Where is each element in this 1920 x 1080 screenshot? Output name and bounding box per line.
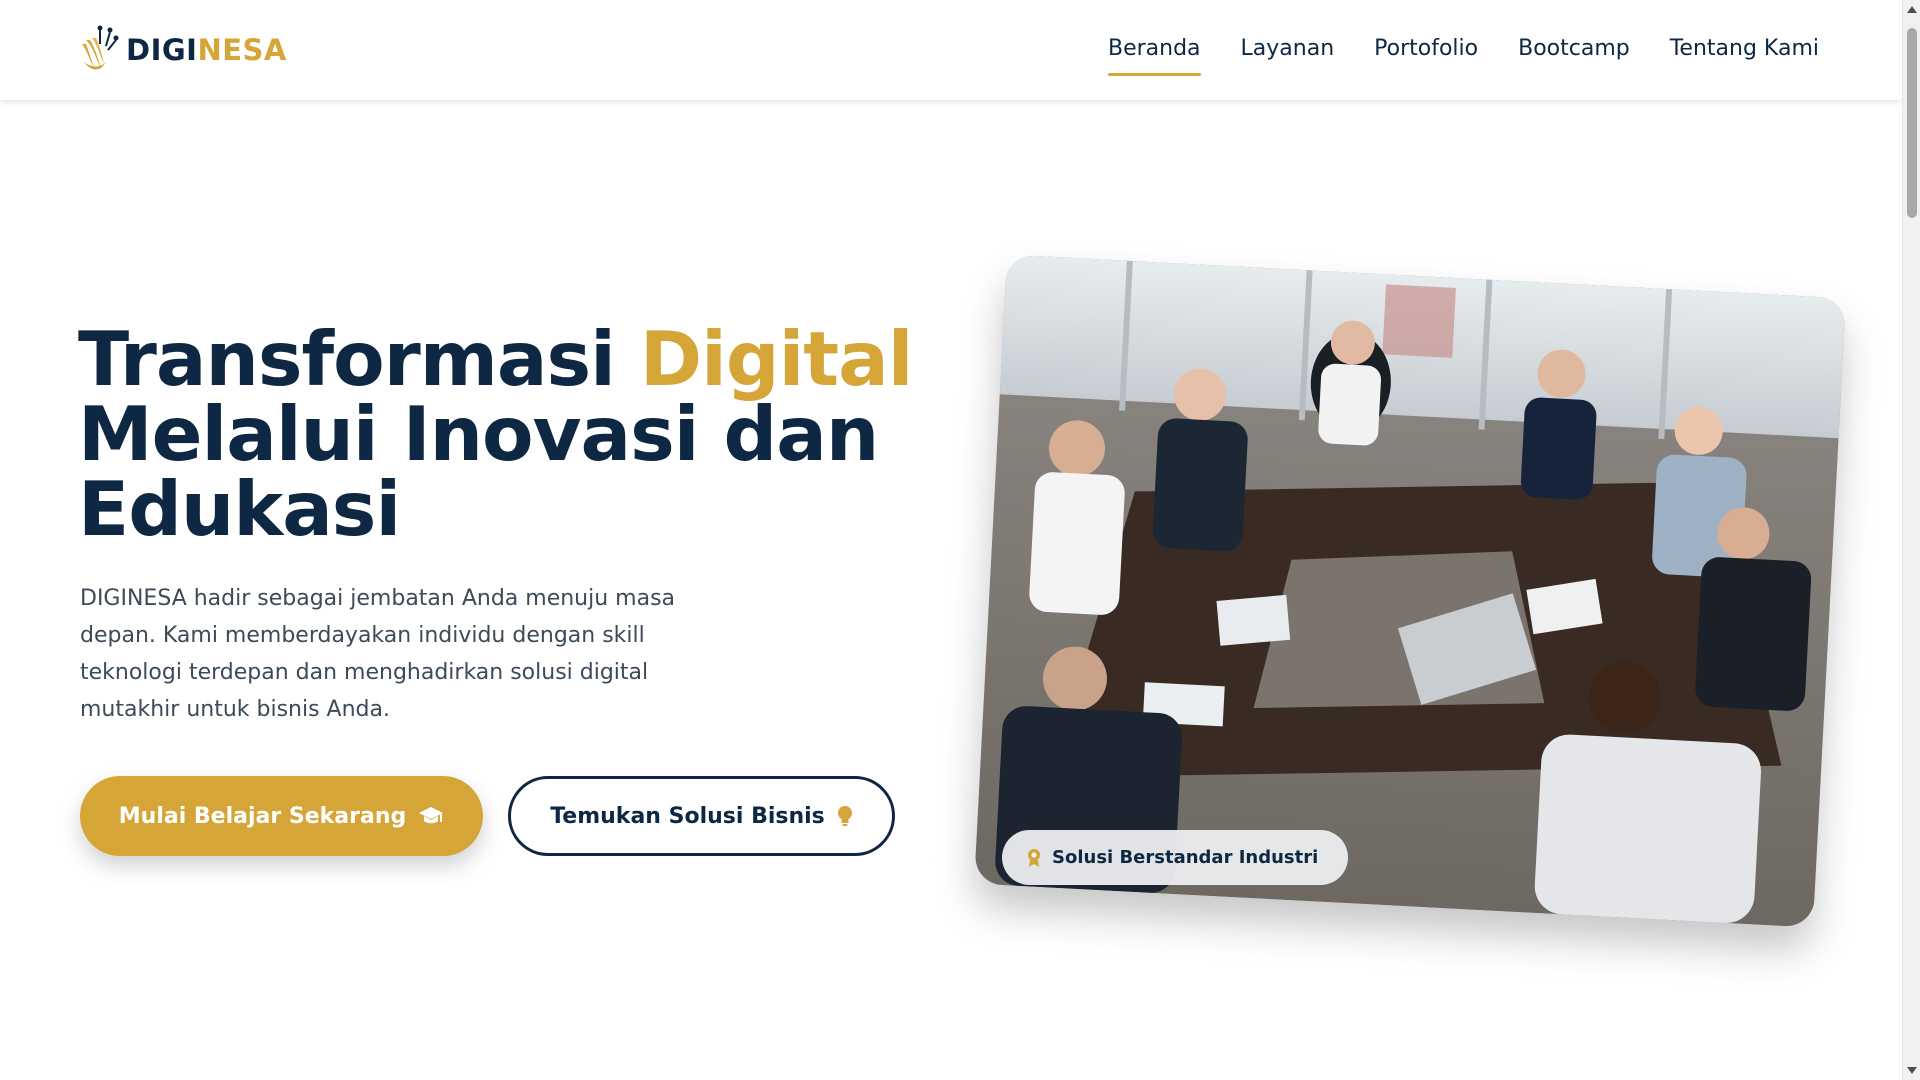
main-nav: Beranda Layanan Portofolio Bootcamp Tent… [1068, 34, 1819, 76]
start-learning-button-label: Mulai Belajar Sekarang [118, 803, 407, 829]
brand-name-dark: DIGI [126, 32, 198, 67]
nav-item-bootcamp[interactable]: Bootcamp [1518, 34, 1630, 64]
page-scrollbar[interactable] [1902, 0, 1920, 1080]
hero-image-meeting [974, 254, 1846, 928]
brand-logo[interactable]: DIGINESA [78, 22, 287, 78]
nav-item-tentang-kami[interactable]: Tentang Kami [1670, 34, 1819, 64]
nav-item-layanan[interactable]: Layanan [1241, 34, 1335, 64]
hero-description: DIGINESA hadir sebagai jembatan Anda men… [80, 586, 676, 722]
logo-emblem-icon [82, 25, 119, 72]
brand-name-gold: NESA [197, 32, 287, 67]
nav-item-beranda[interactable]: Beranda [1107, 34, 1201, 76]
graduation-cap-icon [418, 805, 444, 827]
meeting-photo-illustration [974, 254, 1846, 928]
badge-label: Solusi Berstandar Industri [1052, 847, 1319, 868]
award-icon [1026, 848, 1042, 868]
find-business-solution-button[interactable]: Temukan Solusi Bisnis [508, 776, 895, 856]
hero-title: Transformasi Digital Melalui Inovasi dan … [78, 322, 938, 547]
brand-name: DIGINESA [126, 32, 287, 67]
nav-item-portofolio[interactable]: Portofolio [1374, 34, 1478, 64]
hero-title-part2: Melalui Inovasi dan Edukasi [78, 390, 879, 553]
scroll-up-arrow-icon[interactable] [1907, 6, 1917, 13]
scroll-down-arrow-icon[interactable] [1907, 1067, 1917, 1074]
find-business-solution-button-label: Temukan Solusi Bisnis [550, 803, 825, 829]
lightbulb-icon [837, 805, 853, 827]
start-learning-button[interactable]: Mulai Belajar Sekarang [80, 776, 483, 856]
site-header: DIGINESA Beranda Layanan Portofolio Boot… [0, 0, 1902, 100]
industry-standard-badge: Solusi Berstandar Industri [1002, 830, 1349, 885]
scrollbar-thumb[interactable] [1907, 28, 1917, 218]
